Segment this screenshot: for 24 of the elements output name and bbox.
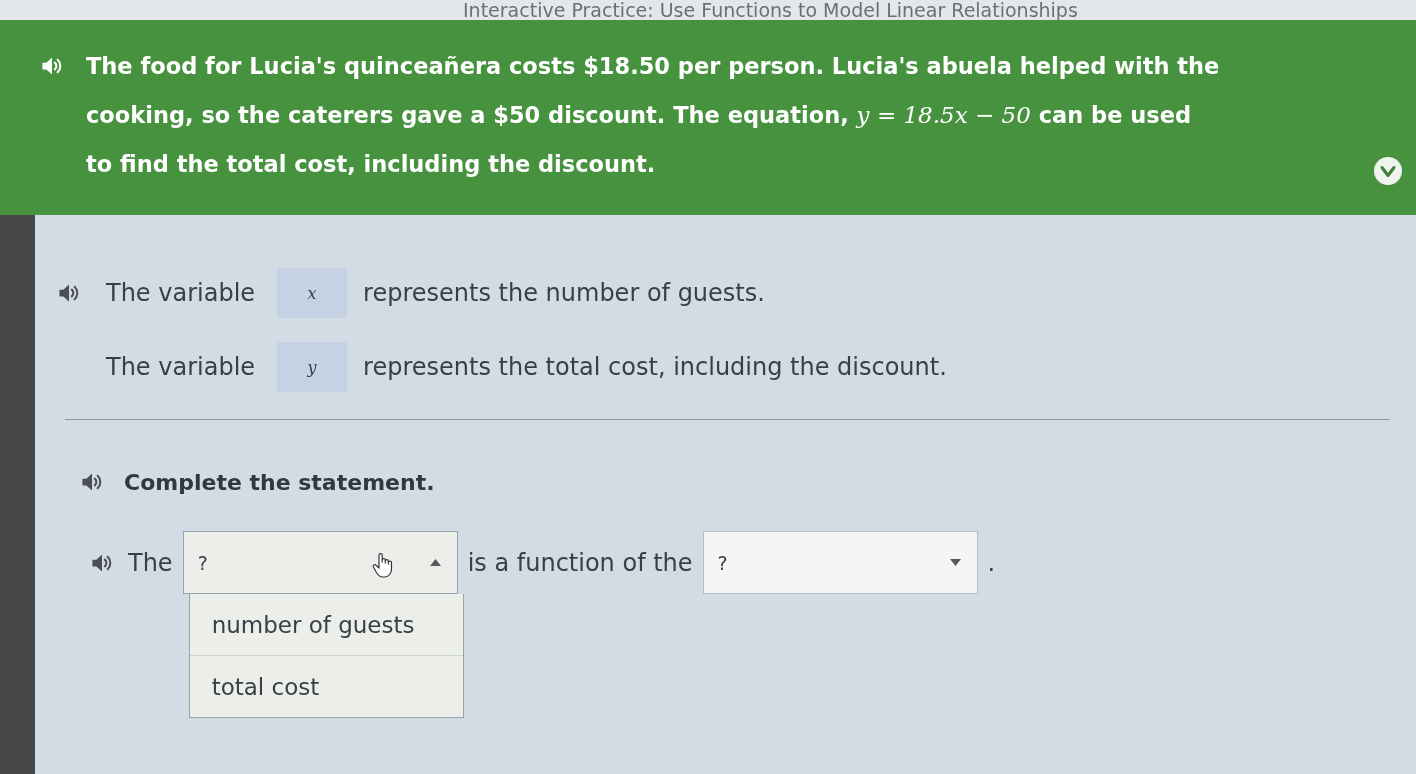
dropdown-option[interactable]: number of guests	[189, 594, 463, 655]
statement-text: The	[128, 548, 173, 577]
variable-answer: x	[277, 268, 348, 318]
speaker-icon[interactable]	[58, 284, 80, 302]
chevron-down-icon[interactable]	[1374, 157, 1402, 185]
speaker-icon[interactable]	[91, 553, 113, 572]
variable-text: represents the number of guests.	[363, 279, 765, 307]
variable-text: The variable	[106, 353, 256, 381]
speaker-icon[interactable]	[41, 57, 63, 75]
variable-answer: y	[277, 342, 348, 392]
pointer-hand-icon	[371, 552, 394, 578]
statement-text: is a function of the	[467, 548, 693, 577]
speaker-icon[interactable]	[81, 473, 103, 491]
variable-text: represents the total cost, including the discount.	[363, 353, 947, 381]
prompt-text: The food for Lucia's quinceañera costs $18.50 per person. Lucia's abuela helped with the cooking, so the caterers gave a $50 discount. The equation, y = 18.5x − 50 can be used to find the total cost, including the discount.	[86, 52, 1220, 179]
window-title: Interactive Practice: Use Functions to Model Linear Relationships	[463, 0, 1078, 20]
dropdown-select[interactable]: ?	[702, 531, 978, 594]
caret-up-icon	[429, 559, 441, 566]
dropdown-select[interactable]: ?	[182, 531, 458, 594]
dropdown-option[interactable]: total cost	[189, 655, 463, 717]
caret-down-icon	[949, 559, 961, 566]
variable-text: The variable	[106, 279, 256, 307]
task-heading: Complete the statement.	[124, 469, 435, 495]
statement-text: .	[987, 548, 996, 577]
